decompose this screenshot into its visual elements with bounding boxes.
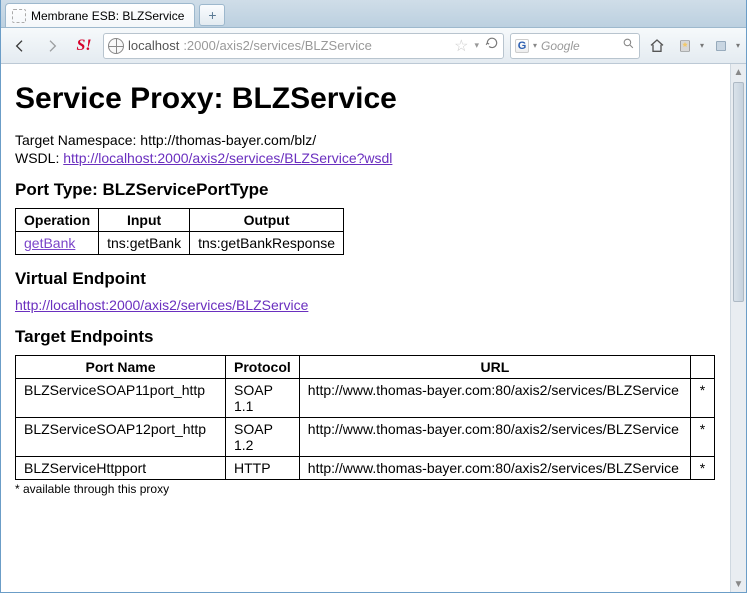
dropdown-caret-icon[interactable]: ▾ [474, 40, 479, 51]
tab-active[interactable]: Membrane ESB: BLZService [5, 3, 195, 27]
wsdl-link[interactable]: http://localhost:2000/axis2/services/BLZ… [63, 150, 392, 166]
ops-header-input: Input [99, 209, 190, 232]
virtual-endpoint-link[interactable]: http://localhost:2000/axis2/services/BLZ… [15, 297, 308, 313]
tgt-mark: * [691, 418, 715, 457]
target-endpoints-table: Port Name Protocol URL BLZServiceSOAP11p… [15, 355, 715, 480]
table-row: BLZServiceSOAP12port_http SOAP 1.2 http:… [16, 418, 715, 457]
toolbar: S! localhost :2000/axis2/services/BLZServ… [1, 28, 746, 64]
scroll-down-icon[interactable]: ▼ [731, 576, 746, 592]
tgt-url: http://www.thomas-bayer.com:80/axis2/ser… [299, 418, 690, 457]
extension-button[interactable] [710, 35, 732, 57]
operation-input: tns:getBank [99, 232, 190, 255]
virtual-endpoint-heading: Virtual Endpoint [15, 269, 732, 289]
porttype-heading: Port Type: BLZServicePortType [15, 180, 732, 200]
footnote: * available through this proxy [15, 482, 732, 496]
search-engine-caret-icon[interactable]: ▾ [533, 41, 537, 50]
home-icon [649, 38, 665, 54]
magnifier-icon [622, 37, 635, 50]
stumble-button[interactable]: S! [71, 33, 97, 59]
ops-header-operation: Operation [16, 209, 99, 232]
browser-window: Membrane ESB: BLZService + S! localhost:… [0, 0, 747, 593]
page-content: Service Proxy: BLZService Target Namespa… [1, 64, 746, 592]
reload-icon [485, 36, 499, 50]
tgt-mark: * [691, 457, 715, 480]
forward-arrow-icon [44, 38, 60, 54]
tgt-header-protocol: Protocol [226, 356, 300, 379]
bookmarks-button[interactable] [674, 35, 696, 57]
reload-button[interactable] [485, 36, 499, 55]
tgt-proto: HTTP [226, 457, 300, 480]
target-endpoints-heading: Target Endpoints [15, 327, 732, 347]
viewport: Service Proxy: BLZService Target Namespa… [1, 64, 746, 592]
tgt-url: http://www.thomas-bayer.com:80/axis2/ser… [299, 379, 690, 418]
new-tab-button[interactable]: + [199, 4, 225, 26]
tgt-header-url: URL [299, 356, 690, 379]
operation-link[interactable]: getBank [24, 235, 75, 251]
search-box[interactable]: G ▾ Google [510, 33, 640, 59]
operations-table: Operation Input Output getBank tns:getBa… [15, 208, 344, 255]
tgt-header-mark [691, 356, 715, 379]
target-namespace-line: Target Namespace: http://thomas-bayer.co… [15, 132, 732, 148]
forward-button[interactable] [39, 33, 65, 59]
ops-header-output: Output [190, 209, 344, 232]
back-arrow-icon [12, 38, 28, 54]
tgt-port: BLZServiceSOAP11port_http [16, 379, 226, 418]
tab-bar: Membrane ESB: BLZService + [1, 0, 746, 28]
ns-label: Target Namespace: [15, 132, 140, 148]
search-submit-button[interactable] [622, 37, 635, 55]
tgt-header-port: Port Name [16, 356, 226, 379]
home-button[interactable] [646, 35, 668, 57]
tgt-proto: SOAP 1.1 [226, 379, 300, 418]
url-bar-controls: ☆ ▾ [454, 36, 499, 56]
wsdl-label: WSDL: [15, 150, 63, 166]
puzzle-icon [713, 38, 729, 54]
table-row: getBank tns:getBank tns:getBankResponse [16, 232, 344, 255]
stumble-s-icon: S! [76, 37, 91, 55]
scroll-track[interactable] [731, 80, 746, 576]
scroll-thumb[interactable] [733, 82, 744, 302]
tab-title: Membrane ESB: BLZService [31, 9, 184, 23]
table-row: BLZServiceHttpport HTTP http://www.thoma… [16, 457, 715, 480]
bookmarks-icon [677, 38, 693, 54]
tgt-port: BLZServiceSOAP12port_http [16, 418, 226, 457]
vertical-scrollbar[interactable]: ▲ ▼ [730, 64, 746, 592]
tgt-mark: * [691, 379, 715, 418]
url-path: :2000/axis2/services/BLZService [183, 38, 372, 53]
google-icon: G [515, 39, 529, 53]
tgt-port: BLZServiceHttpport [16, 457, 226, 480]
url-host: localhost [128, 38, 179, 53]
extension-caret-icon[interactable]: ▾ [736, 41, 740, 50]
ns-value: http://thomas-bayer.com/blz/ [140, 132, 316, 148]
tgt-url: http://www.thomas-bayer.com:80/axis2/ser… [299, 457, 690, 480]
tgt-proto: SOAP 1.2 [226, 418, 300, 457]
page-title: Service Proxy: BLZService [15, 82, 732, 116]
bookmark-star-icon[interactable]: ☆ [454, 36, 468, 56]
wsdl-line: WSDL: http://localhost:2000/axis2/servic… [15, 150, 732, 166]
plus-icon: + [208, 7, 216, 23]
search-placeholder: Google [541, 39, 618, 53]
scroll-up-icon[interactable]: ▲ [731, 64, 746, 80]
operation-output: tns:getBankResponse [190, 232, 344, 255]
bookmarks-caret-icon[interactable]: ▾ [700, 41, 704, 50]
table-row: BLZServiceSOAP11port_http SOAP 1.1 http:… [16, 379, 715, 418]
favicon-placeholder-icon [12, 9, 26, 23]
globe-icon [108, 38, 124, 54]
back-button[interactable] [7, 33, 33, 59]
url-bar[interactable]: localhost :2000/axis2/services/BLZService… [103, 33, 504, 59]
